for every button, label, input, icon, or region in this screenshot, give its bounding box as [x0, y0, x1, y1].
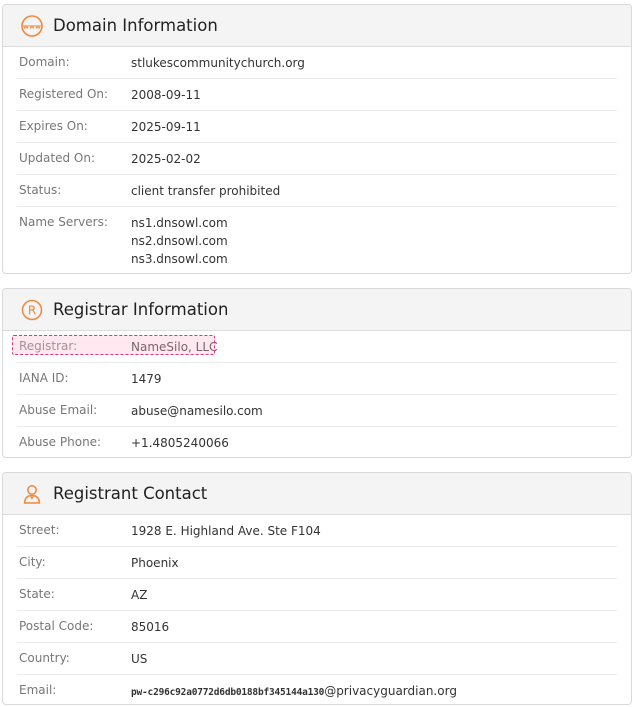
name-servers-label: Name Servers: — [19, 215, 108, 229]
abuse-phone-label: Abuse Phone: — [19, 435, 102, 449]
city-label: City: — [19, 555, 46, 569]
street-label: Street: — [19, 523, 60, 537]
registrar-information-rows: Registrar: NameSilo, LLC IANA ID: 1479 A… — [3, 331, 631, 457]
registrar-information-header: R Registrar Information — [3, 289, 631, 331]
postal-code-value: 85016 — [131, 620, 170, 634]
status-label: Status: — [19, 183, 62, 197]
www-globe-icon: www — [20, 14, 44, 38]
country-value: US — [131, 652, 148, 666]
email-value-prefix: pw-c296c92a0772d6db0188bf345144a130 — [131, 687, 325, 698]
domain-row: Domain: stlukescommunitychurch.org — [17, 47, 617, 79]
name-server-2: ns2.dnsowl.com — [131, 234, 228, 248]
registrar-label: Registrar: — [19, 339, 78, 353]
registered-on-value: 2008-09-11 — [131, 88, 201, 102]
street-row: Street: 1928 E. Highland Ave. Ste F104 — [17, 515, 617, 547]
registrant-contact-card: Registrant Contact Street: 1928 E. Highl… — [2, 472, 632, 705]
domain-information-rows: Domain: stlukescommunitychurch.org Regis… — [3, 47, 631, 271]
country-label: Country: — [19, 651, 70, 665]
registrant-contact-rows: Street: 1928 E. Highland Ave. Ste F104 C… — [3, 515, 631, 704]
domain-information-title: Domain Information — [53, 16, 218, 35]
state-value: AZ — [131, 588, 148, 602]
city-row: City: Phoenix — [17, 547, 617, 579]
postal-code-row: Postal Code: 85016 — [17, 611, 617, 643]
name-server-3: ns3.dnsowl.com — [131, 252, 228, 266]
abuse-email-label: Abuse Email: — [19, 403, 98, 417]
expires-on-value: 2025-09-11 — [131, 120, 201, 134]
state-label: State: — [19, 587, 55, 601]
registrar-information-card: R Registrar Information Registrar: NameS… — [2, 288, 632, 458]
registrar-value: NameSilo, LLC — [131, 340, 218, 354]
updated-on-row: Updated On: 2025-02-02 — [17, 143, 617, 175]
updated-on-label: Updated On: — [19, 151, 95, 165]
domain-information-card: www Domain Information Domain: stlukesco… — [2, 4, 632, 274]
registrar-information-title: Registrar Information — [53, 300, 229, 319]
street-value: 1928 E. Highland Ave. Ste F104 — [131, 524, 321, 538]
expires-on-label: Expires On: — [19, 119, 88, 133]
iana-id-label: IANA ID: — [19, 371, 69, 385]
registered-on-row: Registered On: 2008-09-11 — [17, 79, 617, 111]
name-server-1: ns1.dnsowl.com — [131, 216, 228, 230]
registered-icon: R — [20, 298, 44, 322]
status-value: client transfer prohibited — [131, 184, 281, 198]
postal-code-label: Postal Code: — [19, 619, 94, 633]
domain-information-header: www Domain Information — [3, 5, 631, 47]
registered-on-label: Registered On: — [19, 87, 109, 101]
state-row: State: AZ — [17, 579, 617, 611]
registrar-row: Registrar: NameSilo, LLC — [17, 331, 617, 363]
registrant-contact-title: Registrant Contact — [53, 484, 208, 503]
name-servers-values: ns1.dnsowl.com ns2.dnsowl.com ns3.dnsowl… — [131, 214, 228, 268]
domain-label: Domain: — [19, 55, 70, 69]
status-row: Status: client transfer prohibited — [17, 175, 617, 207]
abuse-phone-row: Abuse Phone: +1.4805240066 — [17, 427, 617, 457]
country-row: Country: US — [17, 643, 617, 675]
iana-id-row: IANA ID: 1479 — [17, 363, 617, 395]
abuse-phone-value: +1.4805240066 — [131, 436, 229, 450]
svg-text:R: R — [28, 303, 36, 317]
email-label: Email: — [19, 683, 57, 697]
name-servers-row: Name Servers: ns1.dnsowl.com ns2.dnsowl.… — [17, 207, 617, 271]
abuse-email-value: abuse@namesilo.com — [131, 404, 263, 418]
iana-id-value: 1479 — [131, 372, 162, 386]
abuse-email-row: Abuse Email: abuse@namesilo.com — [17, 395, 617, 427]
email-value-suffix: @privacyguardian.org — [324, 684, 457, 698]
expires-on-row: Expires On: 2025-09-11 — [17, 111, 617, 143]
domain-value: stlukescommunitychurch.org — [131, 56, 305, 70]
email-value: pw-c296c92a0772d6db0188bf345144a130@priv… — [131, 682, 457, 702]
updated-on-value: 2025-02-02 — [131, 152, 201, 166]
registrant-contact-header: Registrant Contact — [3, 473, 631, 515]
svg-text:www: www — [23, 22, 41, 30]
city-value: Phoenix — [131, 556, 179, 570]
person-icon — [20, 482, 44, 506]
email-row: Email: pw-c296c92a0772d6db0188bf345144a1… — [17, 675, 617, 704]
